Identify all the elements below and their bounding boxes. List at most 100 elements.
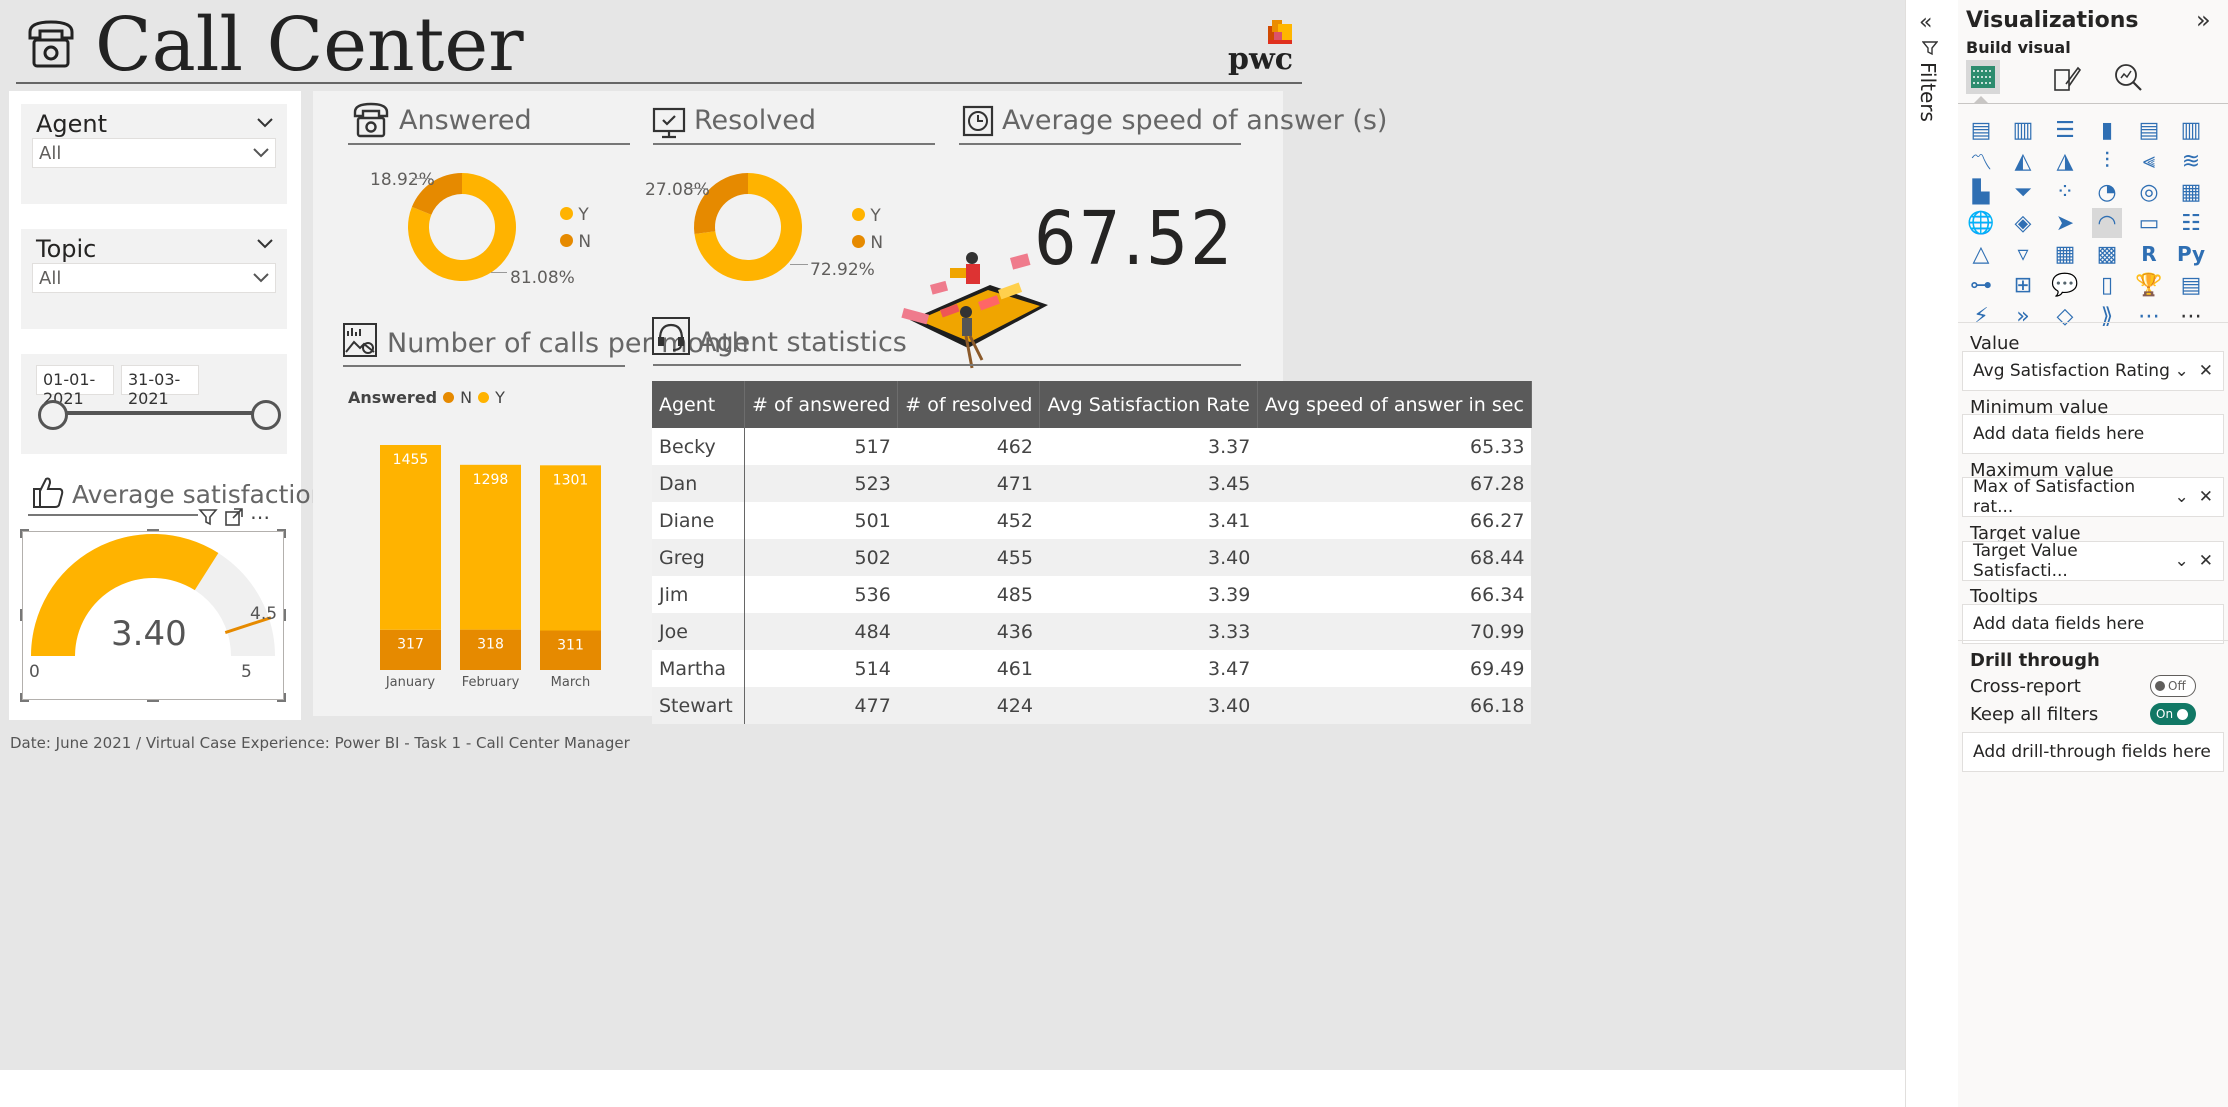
calls-per-month-chart[interactable]: 317 1455 January 318 1298 February 311 1301 Marc… (340, 420, 630, 700)
scatter-icon[interactable]: ⁘ (2050, 177, 2080, 207)
bar-y-march[interactable] (540, 465, 601, 631)
funnel-icon[interactable]: ⏷ (2008, 177, 2038, 207)
bar-y-february[interactable] (460, 464, 521, 630)
resize-handle[interactable] (20, 693, 29, 702)
more-options-icon[interactable]: ⋯ (250, 507, 270, 527)
ribbon-icon[interactable]: ≋ (2176, 146, 2206, 176)
format-visual-tab[interactable] (2052, 64, 2082, 96)
focus-mode-icon[interactable] (224, 507, 244, 527)
kpi-icon[interactable]: △ (1966, 239, 1996, 269)
column-header[interactable]: Avg speed of answer in sec (1257, 381, 1532, 428)
value-well-field[interactable]: Avg Satisfaction Rating ⌄ ✕ (1962, 351, 2224, 391)
resize-handle[interactable] (284, 609, 286, 621)
stacked-area-icon[interactable]: ◮ (2050, 146, 2080, 176)
power-automate-icon[interactable]: » (2008, 301, 2038, 331)
line-clustered-icon[interactable]: ⫷ (2134, 146, 2164, 176)
decomposition-tree-icon[interactable]: ⊞ (2008, 270, 2038, 300)
drill-through-dropzone[interactable]: Add drill-through fields here (1962, 732, 2224, 772)
clustered-bar-icon[interactable]: ☰ (2050, 115, 2080, 145)
tooltips-well-dropzone[interactable]: Add data fields here (1962, 604, 2224, 644)
slicer-icon[interactable]: ▿ (2008, 239, 2038, 269)
azure-map-icon[interactable]: ➤ (2050, 208, 2080, 238)
collapse-right-icon[interactable]: » (2196, 6, 2211, 34)
table-row[interactable]: Dan 523 471 3.45 67.28 (652, 465, 1532, 502)
python-visual-icon[interactable]: Py (2176, 239, 2206, 269)
donut-icon[interactable]: ◎ (2134, 177, 2164, 207)
table-row[interactable]: Becky 517 462 3.37 65.33 (652, 428, 1532, 465)
max-well-field[interactable]: Max of Satisfaction rat... ⌄ ✕ (1962, 477, 2224, 517)
table-row[interactable]: Diane 501 452 3.41 66.27 (652, 502, 1532, 539)
build-visual-tab[interactable] (1966, 60, 2000, 94)
line-icon[interactable]: 〽 (1966, 146, 1996, 176)
analytics-tab[interactable] (2113, 62, 2143, 96)
resize-handle[interactable] (277, 693, 286, 702)
column-header[interactable]: # of answered (744, 381, 899, 428)
table-row[interactable]: Joe 484 436 3.33 70.99 (652, 613, 1532, 650)
start-date-input[interactable]: 01-01-2021 (36, 365, 114, 408)
start-date-handle[interactable] (38, 400, 68, 430)
line-column-icon[interactable]: ⫶ (2092, 146, 2122, 176)
filters-label[interactable]: Filters (1916, 62, 1940, 122)
r-visual-icon[interactable]: R (2134, 239, 2164, 269)
waterfall-icon[interactable]: ▙ (1966, 177, 1996, 207)
key-influencers-icon[interactable]: ⊶ (1966, 270, 1996, 300)
chevron-down-icon[interactable] (257, 235, 273, 254)
table-row[interactable]: Martha 514 461 3.47 69.49 (652, 650, 1532, 687)
stacked-bar-icon[interactable]: ▤ (1966, 115, 1996, 145)
area-icon[interactable]: ◭ (2008, 146, 2038, 176)
close-icon[interactable]: ✕ (2199, 487, 2213, 507)
topic-dropdown[interactable]: All (32, 263, 276, 293)
expand-left-icon[interactable]: « (1919, 10, 1932, 35)
chevron-down-icon[interactable]: ⌄ (2175, 551, 2189, 571)
filled-map-icon[interactable]: ◈ (2008, 208, 2038, 238)
target-well-field[interactable]: Target Value Satisfacti... ⌄ ✕ (1962, 541, 2224, 581)
map-icon[interactable]: 🌐 (1966, 208, 1996, 238)
trophy-icon[interactable]: 🏆 (2134, 270, 2164, 300)
card-icon[interactable]: ▭ (2134, 208, 2164, 238)
100-column-icon[interactable]: ▥ (2176, 115, 2206, 145)
custom-c-icon[interactable]: ⋯ (2134, 301, 2164, 331)
clustered-column-icon[interactable]: ▮ (2092, 115, 2122, 145)
bar-y-january[interactable] (380, 445, 441, 630)
column-header[interactable]: # of resolved (897, 381, 1041, 428)
resize-handle[interactable] (20, 609, 22, 621)
chevron-down-icon[interactable]: ⌄ (2175, 487, 2189, 507)
gauge-icon[interactable]: ◠ (2092, 208, 2122, 238)
agent-dropdown[interactable]: All (32, 138, 276, 168)
min-well-dropzone[interactable]: Add data fields here (1962, 414, 2224, 454)
paginated-icon[interactable]: ▯ (2092, 270, 2122, 300)
avg-satisfaction-gauge[interactable]: 3.40 0 5 4.5 (20, 529, 286, 702)
end-date-handle[interactable] (251, 400, 281, 430)
cross-report-toggle[interactable]: Off (2150, 675, 2196, 697)
close-icon[interactable]: ✕ (2199, 361, 2213, 381)
filter-icon[interactable] (198, 507, 218, 527)
resize-handle[interactable] (20, 529, 29, 538)
pie-icon[interactable]: ◔ (2092, 177, 2122, 207)
chevron-down-icon[interactable]: ⌄ (2175, 361, 2189, 381)
table-row[interactable]: Greg 502 455 3.40 68.44 (652, 539, 1532, 576)
resize-handle[interactable] (147, 700, 159, 702)
100-bar-icon[interactable]: ▤ (2134, 115, 2164, 145)
smart-narrative-icon[interactable]: ▤ (2176, 270, 2206, 300)
resize-handle[interactable] (147, 529, 159, 531)
qa-icon[interactable]: 💬 (2050, 270, 2080, 300)
matrix-icon[interactable]: ▩ (2092, 239, 2122, 269)
close-icon[interactable]: ✕ (2199, 551, 2213, 571)
column-header[interactable]: Avg Satisfaction Rate (1039, 381, 1258, 428)
treemap-icon[interactable]: ▦ (2176, 177, 2206, 207)
custom-b-icon[interactable]: ⟫ (2092, 301, 2122, 331)
custom-a-icon[interactable]: ◇ (2050, 301, 2080, 331)
end-date-input[interactable]: 31-03-2021 (121, 365, 199, 408)
table-icon[interactable]: ▦ (2050, 239, 2080, 269)
power-apps-icon[interactable]: ⚡ (1966, 301, 1996, 331)
stacked-column-icon[interactable]: ▥ (2008, 115, 2038, 145)
multi-row-card-icon[interactable]: ☷ (2176, 208, 2206, 238)
table-row[interactable]: Jim 536 485 3.39 66.34 (652, 576, 1532, 613)
keep-filters-toggle[interactable]: On (2150, 703, 2196, 725)
filters-pane-collapsed[interactable]: « Filters (1905, 0, 1959, 1107)
resize-handle[interactable] (277, 529, 286, 538)
table-row[interactable]: Stewart 477 424 3.40 66.18 (652, 687, 1532, 724)
column-header[interactable]: Agent (652, 381, 745, 428)
more-icon[interactable]: ⋯ (2176, 301, 2206, 331)
chevron-down-icon[interactable] (257, 110, 273, 134)
